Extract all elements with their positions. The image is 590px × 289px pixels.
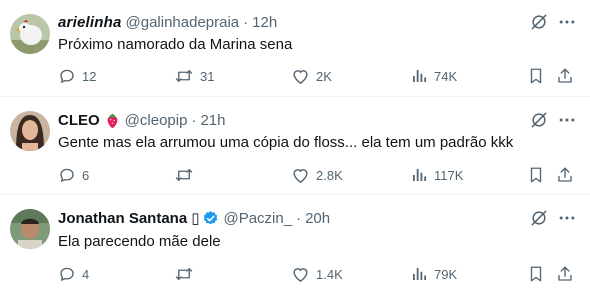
separator-dot: · xyxy=(243,13,249,31)
retweet-icon xyxy=(174,265,194,283)
views-icon xyxy=(410,265,428,283)
grok-icon[interactable] xyxy=(529,12,549,32)
like-button[interactable]: 2K xyxy=(291,66,332,86)
like-button[interactable]: 1.4K xyxy=(291,264,343,284)
verified-badge-icon xyxy=(202,210,219,227)
grok-icon[interactable] xyxy=(529,208,549,228)
reply-icon xyxy=(58,166,76,184)
user-handle[interactable]: @galinhadepraia xyxy=(126,14,240,31)
like-count: 2K xyxy=(316,68,332,84)
like-icon xyxy=(291,265,310,283)
tweet-text: Ela parecendo mãe dele xyxy=(58,233,221,250)
bookmark-button[interactable] xyxy=(527,165,545,185)
bookmark-button[interactable] xyxy=(527,66,545,86)
avatar[interactable] xyxy=(10,111,50,151)
share-icon xyxy=(556,265,574,283)
views-icon xyxy=(410,166,428,184)
name-symbol: ▯ xyxy=(191,210,200,227)
tweet-header: Jonathan Santana ▯ @Paczin_ · 20h xyxy=(58,208,330,228)
like-button[interactable]: 2.8K xyxy=(291,165,343,185)
tweet-header: arielinha @galinhadepraia · 12h xyxy=(58,12,277,32)
reply-button[interactable]: 6 xyxy=(58,165,89,185)
share-button[interactable] xyxy=(556,66,574,86)
retweet-icon xyxy=(174,67,194,85)
separator-dot: · xyxy=(191,111,197,129)
reply-count: 6 xyxy=(82,167,90,183)
display-name[interactable]: arielinha xyxy=(58,14,122,31)
timestamp[interactable]: 20h xyxy=(305,210,330,227)
retweet-count: 31 xyxy=(200,68,215,84)
timestamp[interactable]: 12h xyxy=(252,14,277,31)
views-count: 117K xyxy=(434,167,464,183)
retweet-button[interactable] xyxy=(174,165,200,185)
views-button[interactable]: 79K xyxy=(410,264,457,284)
bookmark-icon xyxy=(527,265,545,283)
bookmark-icon xyxy=(527,166,545,184)
bookmark-icon xyxy=(527,67,545,85)
tweet-header: CLEO @cleopip · 21h xyxy=(58,110,225,130)
views-button[interactable]: 117K xyxy=(410,165,463,185)
share-icon xyxy=(556,166,574,184)
views-button[interactable]: 74K xyxy=(410,66,457,86)
tweet-card[interactable]: CLEO @cleopip · 21h Gente mas ela arrumo… xyxy=(0,97,590,194)
retweet-button[interactable] xyxy=(174,264,200,284)
tweet-card[interactable]: Jonathan Santana ▯ @Paczin_ · 20h Ela pa… xyxy=(0,195,590,289)
bookmark-button[interactable] xyxy=(527,264,545,284)
strawberry-emoji xyxy=(104,112,121,129)
reply-icon xyxy=(58,265,76,283)
avatar[interactable] xyxy=(10,209,50,249)
reply-icon xyxy=(58,67,76,85)
reply-button[interactable]: 4 xyxy=(58,264,89,284)
grok-icon[interactable] xyxy=(529,110,549,130)
reply-count: 4 xyxy=(82,266,90,282)
display-name[interactable]: CLEO xyxy=(58,112,100,129)
tweet-card[interactable]: arielinha @galinhadepraia · 12h Próximo … xyxy=(0,0,590,96)
views-count: 74K xyxy=(434,68,458,84)
share-button[interactable] xyxy=(556,165,574,185)
like-icon xyxy=(291,67,310,85)
share-icon xyxy=(556,67,574,85)
avatar[interactable] xyxy=(10,14,50,54)
reply-count: 12 xyxy=(82,68,97,84)
user-handle[interactable]: @Paczin_ xyxy=(223,210,292,227)
retweet-button[interactable]: 31 xyxy=(174,66,214,86)
reply-button[interactable]: 12 xyxy=(58,66,96,86)
user-handle[interactable]: @cleopip xyxy=(125,112,188,129)
like-count: 2.8K xyxy=(316,167,343,183)
more-icon[interactable] xyxy=(557,12,577,32)
separator-dot: · xyxy=(296,209,302,227)
views-icon xyxy=(410,67,428,85)
more-icon[interactable] xyxy=(557,208,577,228)
tweet-text: Gente mas ela arrumou uma cópia do floss… xyxy=(58,134,514,151)
timestamp[interactable]: 21h xyxy=(200,112,225,129)
more-icon[interactable] xyxy=(557,110,577,130)
share-button[interactable] xyxy=(556,264,574,284)
like-count: 1.4K xyxy=(316,266,343,282)
tweet-text: Próximo namorado da Marina sena xyxy=(58,36,293,53)
display-name[interactable]: Jonathan Santana xyxy=(58,210,187,227)
like-icon xyxy=(291,166,310,184)
retweet-icon xyxy=(174,166,194,184)
views-count: 79K xyxy=(434,266,458,282)
